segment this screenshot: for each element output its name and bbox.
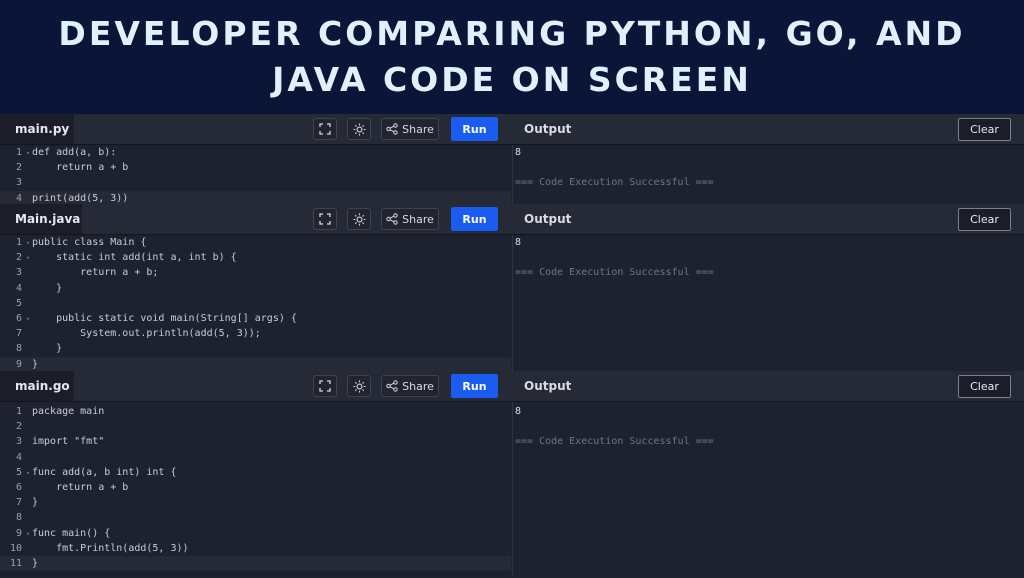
title-banner: Developer comparing Python, Go, and Java… [0, 0, 1024, 114]
output-line: 8 [515, 147, 522, 158]
run-button[interactable]: Run [451, 374, 498, 398]
code-line: 6 return a + b [15, 481, 129, 493]
fullscreen-icon [319, 380, 331, 392]
sun-icon [353, 380, 366, 393]
file-tab-main-go[interactable]: main.go [0, 371, 74, 401]
share-icon [386, 213, 398, 225]
code-editor[interactable]: 1 ▾ def add(a, b): 2 return a + b 3 4 print… [0, 145, 511, 208]
share-button[interactable]: Share [381, 375, 439, 397]
code-line: 2 [15, 421, 22, 433]
output-label: Output [524, 379, 572, 393]
code-line: 6 ▾ public static void main(String[] args… [0, 311, 511, 326]
share-button[interactable]: Share [381, 118, 439, 140]
code-line: 9 ▾ func main() { [0, 526, 511, 541]
fullscreen-icon [319, 213, 331, 225]
code-line-active: 11} [0, 555, 511, 572]
share-label: Share [402, 212, 434, 226]
sun-icon [353, 123, 366, 136]
theme-toggle-button[interactable] [347, 375, 371, 397]
theme-toggle-button[interactable] [347, 118, 371, 140]
share-button[interactable]: Share [381, 208, 439, 230]
code-line: 5 ▾ func add(a, b int) int { [0, 465, 511, 480]
code-line: 2 ▾ static int add(int a, int b) { [0, 250, 511, 265]
compiler-panel-go: main.go Share Run Output Clear 1 package … [0, 371, 1024, 578]
fullscreen-button[interactable] [313, 118, 337, 140]
share-label: Share [402, 122, 434, 136]
code-line: 7} [15, 497, 39, 509]
code-line: 1 package main [15, 406, 105, 417]
code-line: 3 [15, 177, 22, 189]
code-line: 3 return a + b; [15, 267, 159, 279]
code-line: 8 } [15, 343, 63, 355]
share-icon [386, 123, 398, 135]
output-pane: 8 === Code Execution Successful === [512, 402, 1024, 576]
code-line: 10 fmt.Println(add(5, 3)) [9, 542, 189, 554]
code-line: 5 [15, 297, 22, 309]
output-pane: 8 === Code Execution Successful === [512, 235, 1024, 374]
file-tab-main-py[interactable]: main.py [0, 114, 74, 144]
output-label: Output [524, 122, 572, 136]
code-line-active: 9} [0, 356, 511, 372]
run-button[interactable]: Run [451, 117, 498, 141]
code-line: 7 System.out.println(add(5, 3)); [15, 328, 261, 340]
clear-button[interactable]: Clear [958, 118, 1011, 141]
output-status: === Code Execution Successful === [515, 267, 714, 279]
code-line: 1 ▾ def add(a, b): [0, 145, 511, 160]
compiler-panel-python: main.py Share Run Output Clear 1 ▾ def add… [0, 114, 1024, 208]
output-pane: 8 === Code Execution Successful === [512, 145, 1024, 208]
panel-toolbar: main.go Share Run Output Clear [0, 371, 1024, 402]
code-line: 8 [15, 512, 22, 524]
output-line: 8 [515, 237, 522, 248]
compiler-panel-java: Main.java Share Run Output Clear 1 ▾ publi… [0, 204, 1024, 374]
code-editor[interactable]: 1 ▾ public class Main { 2 ▾ static int add(… [0, 235, 511, 374]
fullscreen-icon [319, 123, 331, 135]
clear-button[interactable]: Clear [958, 375, 1011, 398]
output-line: 8 [515, 406, 522, 417]
file-tab-main-java[interactable]: Main.java [0, 204, 82, 234]
panel-toolbar: Main.java Share Run Output Clear [0, 204, 1024, 235]
output-label: Output [524, 212, 572, 226]
sun-icon [353, 213, 366, 226]
banner-title: Developer comparing Python, Go, and Java… [58, 14, 966, 99]
clear-button[interactable]: Clear [958, 208, 1011, 231]
share-label: Share [402, 379, 434, 393]
output-status: === Code Execution Successful === [515, 436, 714, 448]
theme-toggle-button[interactable] [347, 208, 371, 230]
code-line: 1 ▾ public class Main { [0, 235, 511, 250]
share-icon [386, 380, 398, 392]
code-line: 3 import "fmt" [15, 436, 105, 448]
code-editor[interactable]: 1 package main 2 3 import "fmt" 4 5 ▾ func a… [0, 402, 511, 578]
code-line: 4 } [15, 282, 63, 294]
code-line: 2 return a + b [15, 162, 129, 174]
output-status: === Code Execution Successful === [515, 177, 714, 189]
fullscreen-button[interactable] [313, 375, 337, 397]
fullscreen-button[interactable] [313, 208, 337, 230]
panel-toolbar: main.py Share Run Output Clear [0, 114, 1024, 145]
code-line: 4 [15, 451, 22, 463]
run-button[interactable]: Run [451, 207, 498, 231]
